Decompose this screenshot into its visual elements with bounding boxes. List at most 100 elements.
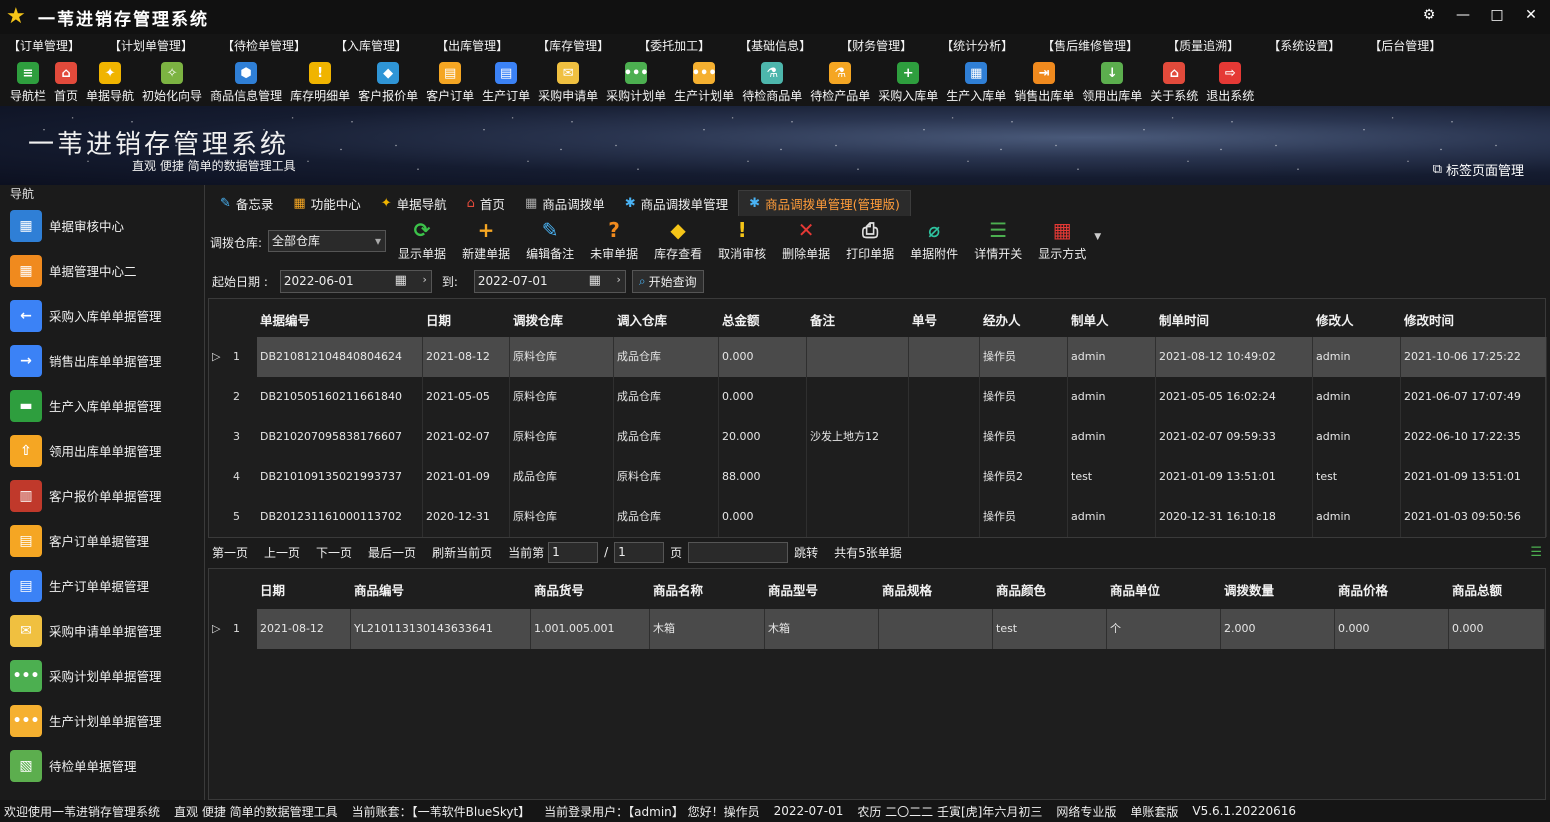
- toolbar-button-17[interactable]: ↓ 领用出库单: [1078, 56, 1146, 104]
- action-button-10[interactable]: ▦ 显示方式: [1030, 218, 1094, 262]
- toolbar-button-14[interactable]: + 采购入库单: [874, 56, 942, 104]
- master-grid-row[interactable]: 5 DB201231161000113702 2020-12-31 原料仓库 成品仓库 0…: [209, 497, 1547, 537]
- nav-item-5[interactable]: ⇧ 领用出库单单据管理: [0, 428, 204, 473]
- detail-grid-header-6[interactable]: 商品颜色: [996, 580, 1046, 599]
- master-grid-header-1[interactable]: 日期: [426, 310, 451, 329]
- nav-item-7[interactable]: ▤ 客户订单单据管理: [0, 518, 204, 563]
- toolbar-button-15[interactable]: ▦ 生产入库单: [942, 56, 1010, 104]
- last-page-link[interactable]: 最后一页: [368, 544, 416, 561]
- detail-grid-header-1[interactable]: 商品编号: [354, 580, 404, 599]
- nav-item-1[interactable]: ▦ 单据管理中心二: [0, 248, 204, 293]
- tab-0[interactable]: ✎ 备忘录: [210, 190, 283, 216]
- minimize-icon[interactable]: —: [1454, 6, 1472, 24]
- chevron-right-icon[interactable]: ›: [617, 273, 621, 286]
- action-button-6[interactable]: ✕ 删除单据: [774, 218, 838, 262]
- next-page-link[interactable]: 下一页: [316, 544, 352, 561]
- toolbar-button-13[interactable]: ⚗ 待检产品单: [806, 56, 874, 104]
- nav-item-3[interactable]: → 销售出库单单据管理: [0, 338, 204, 383]
- toolbar-button-0[interactable]: ≡ 导航栏: [6, 56, 50, 104]
- nav-item-0[interactable]: ▦ 单据审核中心: [0, 203, 204, 248]
- master-grid-header-6[interactable]: 单号: [912, 310, 937, 329]
- master-grid-row[interactable]: ▷ 1 DB210812104840804624 2021-08-12 原料仓库 成品仓库…: [209, 337, 1547, 377]
- detail-grid-row[interactable]: ▷ 1 2021-08-12 YL210113130143633641 1.001.00…: [209, 609, 1545, 649]
- master-grid-row[interactable]: 3 DB210207095838176607 2021-02-07 原料仓库 成品仓库 2…: [209, 417, 1547, 457]
- tab-3[interactable]: ⌂ 首页: [457, 190, 515, 216]
- master-grid-header-5[interactable]: 备注: [810, 310, 835, 329]
- tag-manager-button[interactable]: ⧉ 标签页面管理: [1433, 160, 1524, 179]
- tab-5[interactable]: ✱ 商品调拨单管理: [615, 190, 738, 216]
- detail-grid-header-7[interactable]: 商品单位: [1110, 580, 1160, 599]
- menu-item-0[interactable]: 【订单管理】: [8, 37, 80, 54]
- toolbar-button-6[interactable]: ◆ 客户报价单: [354, 56, 422, 104]
- maximize-icon[interactable]: □: [1488, 6, 1506, 24]
- master-grid-header-3[interactable]: 调入仓库: [617, 310, 667, 329]
- menu-item-1[interactable]: 【计划单管理】: [109, 37, 193, 54]
- action-button-7[interactable]: ⎙ 打印单据: [838, 218, 902, 262]
- detail-grid-header-8[interactable]: 调拨数量: [1224, 580, 1274, 599]
- menu-item-3[interactable]: 【入库管理】: [335, 37, 407, 54]
- nav-item-2[interactable]: ← 采购入库单单据管理: [0, 293, 204, 338]
- menu-item-9[interactable]: 【统计分析】: [941, 37, 1013, 54]
- action-button-0[interactable]: ⟳ 显示单据: [390, 218, 454, 262]
- menu-item-2[interactable]: 【待检单管理】: [222, 37, 306, 54]
- settings-icon[interactable]: ⚙: [1420, 6, 1438, 24]
- prev-page-link[interactable]: 上一页: [264, 544, 300, 561]
- menu-item-12[interactable]: 【系统设置】: [1268, 37, 1340, 54]
- detail-grid-header-2[interactable]: 商品货号: [534, 580, 584, 599]
- warehouse-select[interactable]: 全部仓库: [268, 230, 387, 252]
- toolbar-button-18[interactable]: ⌂ 关于系统: [1146, 56, 1202, 104]
- action-button-1[interactable]: + 新建单据: [454, 218, 518, 262]
- toolbar-button-1[interactable]: ⌂ 首页: [50, 56, 82, 104]
- master-grid-header-11[interactable]: 修改时间: [1404, 310, 1454, 329]
- menu-item-11[interactable]: 【质量追溯】: [1167, 37, 1239, 54]
- jump-button[interactable]: 跳转: [794, 544, 818, 561]
- detail-grid-header-3[interactable]: 商品名称: [653, 580, 703, 599]
- nav-item-12[interactable]: ▧ 待检单单据管理: [0, 743, 204, 788]
- nav-item-11[interactable]: ••• 生产计划单单据管理: [0, 698, 204, 743]
- close-icon[interactable]: ✕: [1522, 6, 1540, 24]
- detail-grid-header-0[interactable]: 日期: [260, 580, 285, 599]
- menu-item-6[interactable]: 【委托加工】: [638, 37, 710, 54]
- master-grid-row[interactable]: 2 DB210505160211661840 2021-05-05 原料仓库 成品仓库 0…: [209, 377, 1547, 417]
- calendar-icon[interactable]: ▦: [589, 273, 601, 288]
- toolbar-button-11[interactable]: ••• 生产计划单: [670, 56, 738, 104]
- menu-item-13[interactable]: 【后台管理】: [1369, 37, 1441, 54]
- end-date-input[interactable]: 2022-07-01 ▦ ›: [473, 269, 626, 293]
- toolbar-button-8[interactable]: ▤ 生产订单: [478, 56, 534, 104]
- master-grid-header-0[interactable]: 单据编号: [260, 310, 310, 329]
- toolbar-button-2[interactable]: ✦ 单据导航: [82, 56, 138, 104]
- toolbar-button-5[interactable]: ! 库存明细单: [286, 56, 354, 104]
- toolbar-button-12[interactable]: ⚗ 待检商品单: [738, 56, 806, 104]
- toolbar-button-7[interactable]: ▤ 客户订单: [422, 56, 478, 104]
- menu-item-10[interactable]: 【售后维修管理】: [1042, 37, 1138, 54]
- toolbar-button-4[interactable]: ⬢ 商品信息管理: [206, 56, 286, 104]
- first-page-link[interactable]: 第一页: [212, 544, 248, 561]
- action-button-8[interactable]: ⌀ 单据附件: [902, 218, 966, 262]
- menu-item-8[interactable]: 【财务管理】: [840, 37, 912, 54]
- chevron-right-icon[interactable]: ›: [422, 273, 426, 286]
- tab-1[interactable]: ▦ 功能中心: [283, 190, 370, 216]
- detail-grid-header-4[interactable]: 商品型号: [768, 580, 818, 599]
- more-dropdown-icon[interactable]: ▼: [1094, 232, 1101, 242]
- toolbar-button-10[interactable]: ••• 采购计划单: [602, 56, 670, 104]
- detail-grid-header-9[interactable]: 商品价格: [1338, 580, 1388, 599]
- action-button-3[interactable]: ? 未审单据: [582, 218, 646, 262]
- action-button-9[interactable]: ☰ 详情开关: [966, 218, 1030, 262]
- action-button-4[interactable]: ◆ 库存查看: [646, 218, 710, 262]
- master-grid-header-10[interactable]: 修改人: [1316, 310, 1354, 329]
- toolbar-button-16[interactable]: ⇥ 销售出库单: [1010, 56, 1078, 104]
- master-grid-header-2[interactable]: 调拨仓库: [513, 310, 563, 329]
- start-date-input[interactable]: 2022-06-01 ▦ ›: [279, 269, 432, 293]
- master-grid-header-8[interactable]: 制单人: [1071, 310, 1109, 329]
- action-button-2[interactable]: ✎ 编辑备注: [518, 218, 582, 262]
- nav-item-9[interactable]: ✉ 采购申请单单据管理: [0, 608, 204, 653]
- start-query-button[interactable]: ⌕ 开始查询: [631, 269, 704, 293]
- menu-item-5[interactable]: 【库存管理】: [537, 37, 609, 54]
- master-grid[interactable]: 单据编号 日期 调拨仓库 调入仓库 总金额 备注 单号 经办人 制单人 制单时间 修改人 修改时间 ▷…: [208, 298, 1547, 538]
- toolbar-button-3[interactable]: ✧ 初始化向导: [138, 56, 206, 104]
- nav-item-10[interactable]: ••• 采购计划单单据管理: [0, 653, 204, 698]
- menu-item-4[interactable]: 【出库管理】: [436, 37, 508, 54]
- detail-grid[interactable]: 日期 商品编号 商品货号 商品名称 商品型号 商品规格 商品颜色 商品单位 调拨数量 商品价格 商品…: [208, 568, 1546, 800]
- action-button-5[interactable]: ! 取消审核: [710, 218, 774, 262]
- nav-item-6[interactable]: ▥ 客户报价单单据管理: [0, 473, 204, 518]
